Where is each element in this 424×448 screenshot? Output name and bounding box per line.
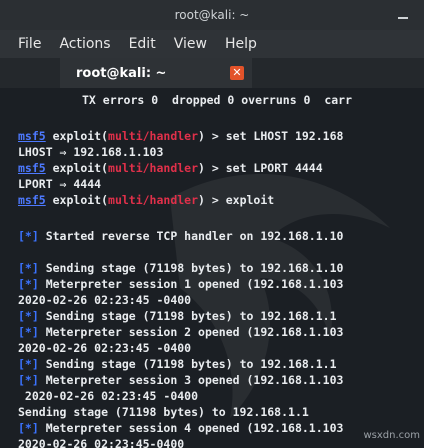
info-marker: [*] <box>18 373 39 387</box>
terminal-line: [*] Meterpreter session 4 opened (192.16… <box>18 420 343 436</box>
terminal-output[interactable]: TX errors 0 dropped 0 overruns 0 carr ms… <box>0 88 424 448</box>
minimize-icon[interactable] <box>398 9 408 19</box>
menu-file[interactable]: File <box>0 36 50 52</box>
info-marker: [*] <box>18 309 39 323</box>
info-marker: [*] <box>18 277 39 291</box>
terminal-line: msf5 exploit(multi/handler) > exploit <box>18 192 274 208</box>
menu-bar: File Actions Edit View Help <box>0 30 424 58</box>
terminal-line: [*] Started reverse TCP handler on 192.1… <box>18 228 343 244</box>
terminal-text: Sending stage (71198 bytes) to 192.168.1… <box>38 261 344 275</box>
menu-view[interactable]: View <box>165 36 216 52</box>
info-marker: [*] <box>18 229 39 243</box>
window-title: root@kali: ~ <box>174 8 250 22</box>
module-name: multi/handler <box>108 161 199 175</box>
terminal-line: [*] Meterpreter session 3 opened (192.16… <box>18 372 343 388</box>
terminal-line: msf5 exploit(multi/handler) > set LHOST … <box>18 128 343 144</box>
terminal-text: Meterpreter session 3 opened (192.168.1.… <box>38 373 344 387</box>
menu-help[interactable]: Help <box>216 36 266 52</box>
terminal-line: Sending stage (71198 bytes) to 192.168.1… <box>18 405 309 419</box>
tab-bar: root@kali: ~ ✕ <box>0 58 424 90</box>
terminal-line: LHOST ⇒ 192.168.1.103 <box>18 145 164 159</box>
command-text: ) > exploit <box>198 193 275 207</box>
window-titlebar: root@kali: ~ <box>0 0 424 31</box>
terminal-text: Sending stage (71198 bytes) to 192.168.1… <box>38 309 337 323</box>
close-icon[interactable]: ✕ <box>230 66 244 80</box>
terminal-line: 2020-02-26 02:23:45 -0400 <box>18 341 192 355</box>
module-name: multi/handler <box>108 193 199 207</box>
terminal-line: TX errors 0 dropped 0 overruns 0 carr <box>18 92 352 108</box>
terminal-line: 2020-02-26 02:23:45 -0400 <box>18 293 192 307</box>
command-text: ) > set LHOST 192.168 <box>198 129 344 143</box>
terminal-line: [*] Sending stage (71198 bytes) to 192.1… <box>18 356 337 372</box>
terminal-text: Meterpreter session 4 opened (192.168.1.… <box>38 421 344 435</box>
terminal-line: [*] Meterpreter session 1 opened (192.16… <box>18 276 343 292</box>
terminal-line: 2020-02-26 02:23:45 -0400 <box>18 389 199 403</box>
terminal-line: [*] Sending stage (71198 bytes) to 192.1… <box>18 260 343 276</box>
prompt-exploit: exploit( <box>45 161 109 175</box>
prompt-exploit: exploit( <box>45 129 109 143</box>
terminal-line: [*] Sending stage (71198 bytes) to 192.1… <box>18 308 337 324</box>
terminal-text: Meterpreter session 1 opened (192.168.1.… <box>38 277 344 291</box>
prompt-msf5: msf5 <box>18 129 46 143</box>
terminal-line: msf5 exploit(multi/handler) > set LPORT … <box>18 160 323 176</box>
prompt-msf5: msf5 <box>18 161 46 175</box>
watermark-label: wsxdn.com <box>363 430 420 441</box>
terminal-line: LPORT ⇒ 4444 <box>18 177 102 191</box>
terminal-text: Sending stage (71198 bytes) to 192.168.1… <box>38 357 337 371</box>
module-name: multi/handler <box>108 129 199 143</box>
info-marker: [*] <box>18 357 39 371</box>
info-marker: [*] <box>18 261 39 275</box>
prompt-exploit: exploit( <box>45 193 109 207</box>
menu-edit[interactable]: Edit <box>120 36 165 52</box>
terminal-text: TX errors 0 dropped 0 overruns 0 carr <box>82 93 353 107</box>
terminal-line: [*] Meterpreter session 2 opened (192.16… <box>18 324 343 340</box>
command-text: ) > set LPORT 4444 <box>198 161 323 175</box>
menu-actions[interactable]: Actions <box>50 36 119 52</box>
terminal-text: Started reverse TCP handler on 192.168.1… <box>38 229 344 243</box>
tab-label: root@kali: ~ <box>76 65 167 81</box>
tab-terminal[interactable]: root@kali: ~ ✕ <box>60 58 252 90</box>
info-marker: [*] <box>18 421 39 435</box>
terminal-text: Meterpreter session 2 opened (192.168.1.… <box>38 325 344 339</box>
prompt-msf5: msf5 <box>18 193 46 207</box>
info-marker: [*] <box>18 325 39 339</box>
terminal-line: 2020-02-26 02:23:45-0400 <box>18 437 185 448</box>
